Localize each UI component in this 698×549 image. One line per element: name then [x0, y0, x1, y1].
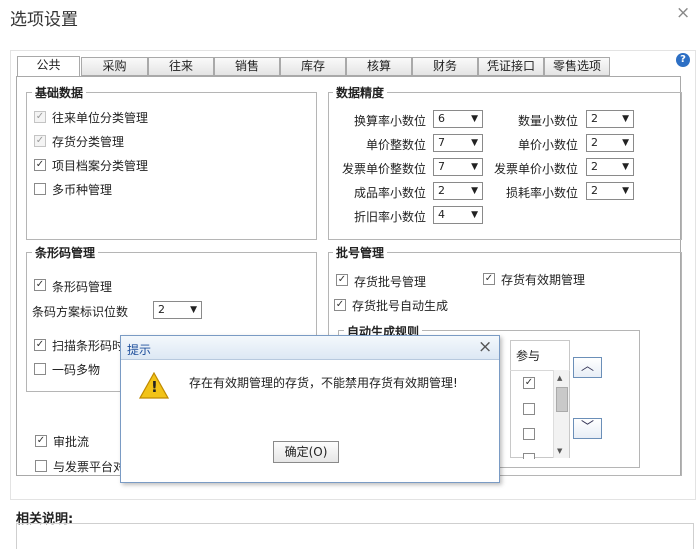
dropdown-arrow-icon: ▼ — [622, 114, 629, 124]
alert-dialog: 提示 × ! 存在有效期管理的存货，不能禁用存货有效期管理! 确定(O) — [120, 335, 500, 483]
column-header-participate: 参与 — [516, 349, 541, 363]
label-one-code-multi-item: 一码多物 — [52, 363, 101, 377]
ok-button[interactable]: 确定(O) — [273, 441, 339, 463]
select-value: 2 — [591, 184, 598, 197]
select-value: 2 — [438, 184, 445, 197]
tab-inventory[interactable]: 库存 — [280, 57, 346, 76]
select-price-decimals[interactable]: 2 ▼ — [586, 134, 634, 152]
dropdown-arrow-icon: ▼ — [471, 210, 478, 220]
checkbox-invoice-platform[interactable] — [35, 460, 47, 472]
tab-voucher-interface[interactable]: 凭证接口 — [478, 57, 544, 76]
grid-checkbox-row3[interactable] — [523, 428, 535, 440]
dropdown-arrow-icon: ▼ — [471, 114, 478, 124]
select-value: 6 — [438, 112, 445, 125]
checkbox-scan-barcode[interactable]: ✓ — [34, 339, 46, 351]
label-price-decimals: 单价小数位 — [518, 138, 579, 152]
checkbox-batch-management[interactable]: ✓ — [336, 274, 348, 286]
select-invoice-price-integer[interactable]: 7 ▼ — [433, 158, 483, 176]
label-multi-currency: 多币种管理 — [52, 183, 113, 197]
help-icon[interactable]: ? — [676, 53, 690, 67]
select-value: 2 — [158, 303, 165, 316]
grid-scrollbar[interactable] — [553, 370, 569, 458]
label-invoice-platform: 与发票平台对 — [53, 460, 126, 474]
tab-purchase[interactable]: 采购 — [81, 57, 148, 76]
grid-checkbox-row4[interactable] — [523, 453, 535, 459]
tab-public[interactable]: 公共 — [17, 56, 80, 77]
label-batch-auto-generate: 存货批号自动生成 — [352, 299, 449, 313]
select-invoice-price-decimals[interactable]: 2 ▼ — [586, 158, 634, 176]
select-value: 7 — [438, 136, 445, 149]
checkbox-approval-flow[interactable]: ✓ — [35, 435, 47, 447]
label-expiry-management: 存货有效期管理 — [501, 273, 586, 287]
warning-glyph: ! — [151, 378, 158, 396]
label-contact-category: 往来单位分类管理 — [52, 111, 149, 125]
scrollbar-thumb[interactable] — [556, 387, 568, 412]
label-loss-decimals: 损耗率小数位 — [506, 186, 579, 200]
label-quantity-decimals: 数量小数位 — [518, 114, 579, 128]
checkbox-batch-auto-generate[interactable]: ✓ — [334, 299, 346, 311]
scroll-up-icon[interactable]: ▲ — [557, 374, 562, 382]
checkbox-multi-currency[interactable] — [34, 183, 46, 195]
label-barcode-digits: 条码方案标识位数 — [32, 305, 129, 319]
tab-accounting[interactable]: 核算 — [346, 57, 412, 76]
select-quantity-decimals[interactable]: 2 ▼ — [586, 110, 634, 128]
checkbox-project-category[interactable]: ✓ — [34, 159, 46, 171]
tab-sales[interactable]: 销售 — [214, 57, 280, 76]
checkbox-expiry-management[interactable]: ✓ — [483, 273, 495, 285]
label-project-category: 项目档案分类管理 — [52, 159, 149, 173]
label-barcode-management: 条形码管理 — [52, 280, 113, 294]
move-up-button[interactable]: ︿ — [573, 357, 602, 378]
select-value: 2 — [591, 136, 598, 149]
label-yield-decimals: 成品率小数位 — [354, 186, 427, 200]
select-value: 2 — [591, 160, 598, 173]
dialog-message: 存在有效期管理的存货，不能禁用存货有效期管理! — [189, 376, 458, 390]
select-price-integer[interactable]: 7 ▼ — [433, 134, 483, 152]
dialog-close-icon[interactable]: × — [478, 337, 492, 357]
select-depreciation-decimals[interactable]: 4 ▼ — [433, 206, 483, 224]
checkbox-stock-category[interactable]: ✓ — [34, 135, 46, 147]
label-scan-barcode: 扫描条形码时 — [52, 339, 125, 353]
dialog-header — [121, 336, 499, 360]
select-value: 2 — [591, 112, 598, 125]
select-conversion-decimals[interactable]: 6 ▼ — [433, 110, 483, 128]
precision-title: 数据精度 — [333, 84, 388, 101]
checkbox-contact-category[interactable]: ✓ — [34, 111, 46, 123]
select-value: 7 — [438, 160, 445, 173]
select-yield-decimals[interactable]: 2 ▼ — [433, 182, 483, 200]
grid-checkbox-row1[interactable]: ✓ — [523, 377, 535, 389]
scroll-down-icon[interactable]: ▼ — [557, 447, 562, 455]
label-stock-category: 存货分类管理 — [52, 135, 125, 149]
label-invoice-price-decimals: 发票单价小数位 — [494, 162, 579, 176]
window-title: 选项设置 — [10, 10, 78, 30]
select-value: 4 — [438, 208, 445, 221]
checkbox-one-code-multi-item[interactable] — [34, 363, 46, 375]
label-price-integer: 单价整数位 — [366, 138, 427, 152]
label-depreciation-decimals: 折旧率小数位 — [354, 210, 427, 224]
dropdown-arrow-icon: ▼ — [622, 162, 629, 172]
move-down-button[interactable]: ﹀ — [573, 418, 602, 439]
dropdown-arrow-icon: ▼ — [471, 138, 478, 148]
select-loss-decimals[interactable]: 2 ▼ — [586, 182, 634, 200]
close-icon[interactable]: × — [676, 3, 690, 23]
basic-data-title: 基础数据 — [32, 84, 87, 101]
select-barcode-digits[interactable]: 2 ▼ — [153, 301, 202, 319]
dialog-title: 提示 — [127, 343, 152, 357]
tab-retail-options[interactable]: 零售选项 — [544, 57, 610, 76]
label-conversion-decimals: 换算率小数位 — [354, 114, 427, 128]
dropdown-arrow-icon: ▼ — [622, 186, 629, 196]
dropdown-arrow-icon: ▼ — [471, 186, 478, 196]
tab-finance[interactable]: 财务 — [412, 57, 478, 76]
tab-contacts[interactable]: 往来 — [148, 57, 214, 76]
dropdown-arrow-icon: ▼ — [622, 138, 629, 148]
label-batch-management: 存货批号管理 — [354, 275, 427, 289]
dropdown-arrow-icon: ▼ — [471, 162, 478, 172]
barcode-title: 条形码管理 — [32, 244, 99, 261]
label-approval-flow: 审批流 — [53, 435, 90, 449]
checkbox-barcode-management[interactable]: ✓ — [34, 279, 46, 291]
label-invoice-price-integer: 发票单价整数位 — [342, 162, 427, 176]
batch-title: 批号管理 — [333, 244, 388, 261]
dropdown-arrow-icon: ▼ — [190, 305, 197, 315]
grid-checkbox-row2[interactable] — [523, 403, 535, 415]
remarks-textarea[interactable] — [16, 523, 694, 549]
